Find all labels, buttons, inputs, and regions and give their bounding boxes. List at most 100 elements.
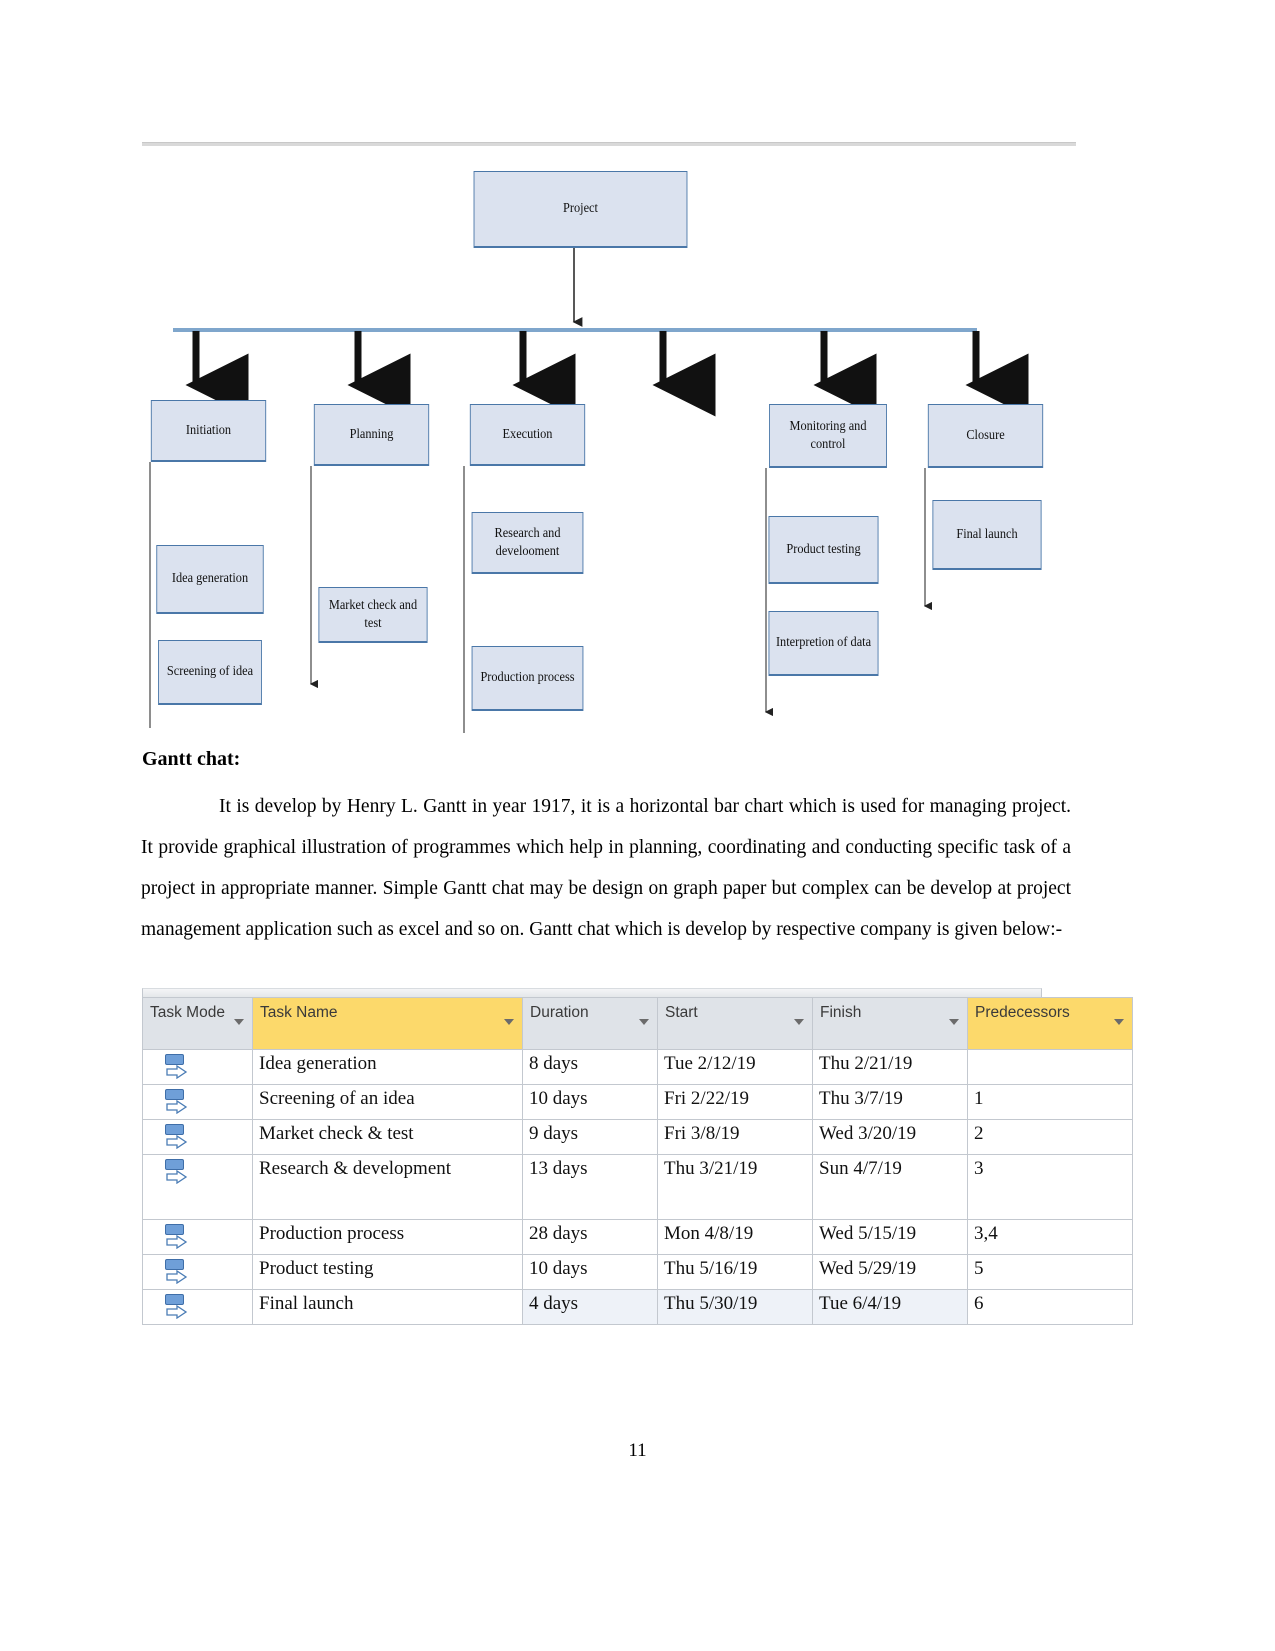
diagram-node-production-process: Production process bbox=[471, 646, 584, 711]
cell-task-name: Product testing bbox=[252, 1254, 523, 1290]
cell-start: Thu 5/16/19 bbox=[657, 1254, 813, 1290]
cell-task-name: Production process bbox=[252, 1219, 523, 1255]
diagram-node-final-launch: Final launch bbox=[932, 500, 1042, 570]
cell-start: Fri 2/22/19 bbox=[657, 1084, 813, 1120]
diagram-node-planning: Planning bbox=[313, 404, 430, 466]
filter-dropdown-icon[interactable] bbox=[1114, 1019, 1124, 1025]
manually-scheduled-icon bbox=[163, 1158, 189, 1186]
cell-start: Thu 3/21/19 bbox=[657, 1154, 813, 1220]
cell-finish: Wed 5/15/19 bbox=[812, 1219, 968, 1255]
cell-finish: Sun 4/7/19 bbox=[812, 1154, 968, 1220]
gantt-toolbar-strip bbox=[142, 988, 1042, 997]
cell-predecessors: 3 bbox=[967, 1154, 1133, 1220]
cell-start: Tue 2/12/19 bbox=[657, 1049, 813, 1085]
column-header-label: Task Name bbox=[260, 1004, 338, 1021]
table-row[interactable]: Research & development 13 days Thu 3/21/… bbox=[142, 1154, 1133, 1220]
project-phase-diagram: Project Initiation Planning Execution Mo… bbox=[0, 0, 1275, 745]
body-paragraph: It is develop by Henry L. Gantt in year … bbox=[141, 796, 1071, 940]
diagram-node-idea-generation: Idea generation bbox=[156, 545, 264, 614]
table-row[interactable]: Market check & test 9 days Fri 3/8/19 We… bbox=[142, 1119, 1133, 1155]
filter-dropdown-icon[interactable] bbox=[234, 1019, 244, 1025]
filter-dropdown-icon[interactable] bbox=[794, 1019, 804, 1025]
manually-scheduled-icon bbox=[163, 1053, 189, 1081]
cell-duration: 8 days bbox=[522, 1049, 658, 1085]
cell-task-mode[interactable] bbox=[142, 1289, 253, 1325]
diagram-node-monitoring-and-control: Monitoring and control bbox=[769, 404, 887, 468]
diagram-node-interpretion-of-data: Interpretion of data bbox=[768, 611, 879, 676]
cell-task-name: Research & development bbox=[252, 1154, 523, 1220]
node-label: Closure bbox=[966, 427, 1005, 443]
gantt-table-container: Task Mode Task Name Duration Start Finis… bbox=[142, 988, 1133, 1325]
cell-task-mode[interactable] bbox=[142, 1084, 253, 1120]
column-header-label: Finish bbox=[820, 1004, 862, 1021]
column-header-label: Task Mode bbox=[150, 1004, 225, 1021]
node-label: Market check and test bbox=[328, 598, 418, 631]
cell-predecessors: 2 bbox=[967, 1119, 1133, 1155]
table-row[interactable]: Screening of an idea 10 days Fri 2/22/19… bbox=[142, 1084, 1133, 1120]
diagram-connectors bbox=[149, 247, 1029, 733]
diagram-node-closure: Closure bbox=[927, 404, 1044, 468]
table-body: Idea generation 8 days Tue 2/12/19 Thu 2… bbox=[142, 1049, 1133, 1325]
cell-predecessors: 6 bbox=[967, 1289, 1133, 1325]
cell-task-mode[interactable] bbox=[142, 1219, 253, 1255]
cell-finish: Thu 3/7/19 bbox=[812, 1084, 968, 1120]
cell-finish: Thu 2/21/19 bbox=[812, 1049, 968, 1085]
cell-predecessors: 5 bbox=[967, 1254, 1133, 1290]
column-header-task-mode[interactable]: Task Mode bbox=[142, 997, 253, 1050]
cell-start: Mon 4/8/19 bbox=[657, 1219, 813, 1255]
node-label: Execution bbox=[502, 426, 553, 442]
cell-duration: 13 days bbox=[522, 1154, 658, 1220]
cell-predecessors: 3,4 bbox=[967, 1219, 1133, 1255]
cell-task-mode[interactable] bbox=[142, 1119, 253, 1155]
manually-scheduled-icon bbox=[163, 1223, 189, 1251]
page-number: 11 bbox=[628, 1440, 647, 1461]
manually-scheduled-icon bbox=[163, 1293, 189, 1321]
cell-finish: Wed 5/29/19 bbox=[812, 1254, 968, 1290]
table-row[interactable]: Product testing 10 days Thu 5/16/19 Wed … bbox=[142, 1254, 1133, 1290]
diagram-node-product-testing: Product testing bbox=[768, 516, 879, 584]
column-header-label: Duration bbox=[530, 1004, 589, 1021]
column-header-predecessors[interactable]: Predecessors bbox=[967, 997, 1133, 1050]
diagram-node-initiation: Initiation bbox=[150, 400, 267, 462]
cell-task-name: Final launch bbox=[252, 1289, 523, 1325]
diagram-node-execution: Execution bbox=[469, 404, 586, 466]
cell-predecessors: 1 bbox=[967, 1084, 1133, 1120]
document-page: Project Initiation Planning Execution Mo… bbox=[0, 0, 1275, 1651]
column-header-task-name[interactable]: Task Name bbox=[252, 997, 523, 1050]
node-label: Production process bbox=[480, 670, 575, 686]
node-label: Final launch bbox=[956, 526, 1018, 542]
node-label: Idea generation bbox=[171, 571, 249, 587]
cell-start: Thu 5/30/19 bbox=[657, 1289, 813, 1325]
table-row[interactable]: Final launch 4 days Thu 5/30/19 Tue 6/4/… bbox=[142, 1289, 1133, 1325]
cell-start: Fri 3/8/19 bbox=[657, 1119, 813, 1155]
cell-task-mode[interactable] bbox=[142, 1254, 253, 1290]
manually-scheduled-icon bbox=[163, 1258, 189, 1286]
filter-dropdown-icon[interactable] bbox=[949, 1019, 959, 1025]
filter-dropdown-icon[interactable] bbox=[504, 1019, 514, 1025]
diagram-node-market-check-and-test: Market check and test bbox=[318, 587, 428, 643]
column-header-label: Start bbox=[665, 1004, 698, 1021]
cell-task-name: Idea generation bbox=[252, 1049, 523, 1085]
node-label: Research and develooment bbox=[494, 526, 561, 559]
table-row[interactable]: Production process 28 days Mon 4/8/19 We… bbox=[142, 1219, 1133, 1255]
cell-finish: Wed 3/20/19 bbox=[812, 1119, 968, 1155]
manually-scheduled-icon bbox=[163, 1088, 189, 1116]
cell-task-mode[interactable] bbox=[142, 1049, 253, 1085]
node-label: Project bbox=[563, 201, 598, 217]
cell-task-name: Screening of an idea bbox=[252, 1084, 523, 1120]
cell-finish: Tue 6/4/19 bbox=[812, 1289, 968, 1325]
node-label: Interpretion of data bbox=[775, 635, 872, 651]
node-label: Planning bbox=[349, 426, 394, 442]
column-header-duration[interactable]: Duration bbox=[522, 997, 658, 1050]
cell-duration: 10 days bbox=[522, 1084, 658, 1120]
table-row[interactable]: Idea generation 8 days Tue 2/12/19 Thu 2… bbox=[142, 1049, 1133, 1085]
cell-duration: 28 days bbox=[522, 1219, 658, 1255]
filter-dropdown-icon[interactable] bbox=[639, 1019, 649, 1025]
column-header-finish[interactable]: Finish bbox=[812, 997, 968, 1050]
cell-task-mode[interactable] bbox=[142, 1154, 253, 1220]
cell-duration: 9 days bbox=[522, 1119, 658, 1155]
column-header-label: Predecessors bbox=[975, 1004, 1070, 1021]
diagram-node-project: Project bbox=[473, 171, 688, 248]
column-header-start[interactable]: Start bbox=[657, 997, 813, 1050]
cell-duration: 4 days bbox=[522, 1289, 658, 1325]
